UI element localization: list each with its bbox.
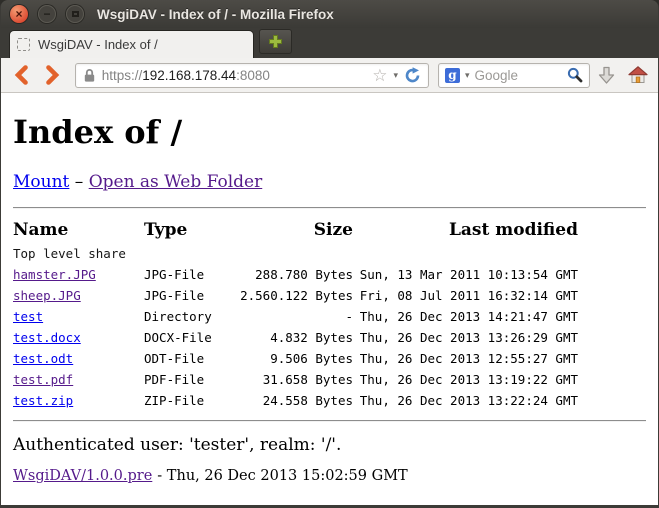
search-icon[interactable] [567, 67, 583, 83]
window-controls: × − [10, 5, 84, 23]
forward-button[interactable] [37, 60, 67, 90]
download-arrow-icon [597, 66, 616, 85]
page-title: Index of / [13, 113, 646, 151]
file-type: JPG-File [144, 288, 226, 303]
url-scheme: https:// [102, 68, 143, 83]
file-size: 9.506 Bytes [226, 351, 353, 366]
lock-icon [83, 68, 96, 83]
table-row: test.docx DOCX-File 4.832 Bytes Thu, 26 … [13, 327, 646, 348]
file-link[interactable]: test.docx [13, 330, 81, 345]
mount-link[interactable]: Mount [13, 172, 69, 192]
google-icon[interactable]: g [445, 68, 460, 83]
col-header-type: Type [144, 220, 226, 240]
file-size: 288.780 Bytes [226, 267, 353, 282]
maximize-icon [72, 11, 79, 17]
tab-bar: WsgiDAV - Index of / [1, 28, 658, 58]
chevron-left-icon [12, 64, 32, 86]
open-as-web-folder-link[interactable]: Open as Web Folder [89, 172, 263, 192]
footer-version-line: WsgiDAV/1.0.0.pre - Thu, 26 Dec 2013 15:0… [13, 468, 646, 484]
plus-icon [267, 33, 284, 50]
url-host: 192.168.178.44 [142, 68, 236, 83]
close-button[interactable]: × [10, 5, 28, 23]
downloads-button[interactable] [592, 61, 621, 90]
url-bar[interactable]: https://192.168.178.44:8080 ☆ ▾ [75, 63, 429, 88]
minimize-icon: − [43, 8, 50, 20]
col-header-size: Size [226, 220, 353, 240]
file-modified: Thu, 26 Dec 2013 14:21:47 GMT [353, 309, 578, 324]
auth-status-text: Authenticated user: 'tester', realm: '/'… [13, 435, 646, 455]
table-row: test.pdf PDF-File 31.658 Bytes Thu, 26 D… [13, 369, 646, 390]
file-type: ODT-File [144, 351, 226, 366]
file-type: DOCX-File [144, 330, 226, 345]
file-modified: Sun, 13 Mar 2011 10:13:54 GMT [353, 267, 578, 282]
minimize-button[interactable]: − [38, 5, 56, 23]
tab-title: WsgiDAV - Index of / [38, 37, 158, 52]
chevron-right-icon [42, 64, 62, 86]
window-title: WsgiDAV - Index of / - Mozilla Firefox [97, 7, 334, 22]
table-row: hamster.JPG JPG-File 288.780 Bytes Sun, … [13, 264, 646, 285]
url-text[interactable]: https://192.168.178.44:8080 [102, 68, 367, 83]
search-input[interactable]: Google [475, 68, 563, 83]
maximize-button[interactable] [66, 5, 84, 23]
file-type: Directory [144, 309, 226, 324]
footer-timestamp: - Thu, 26 Dec 2013 15:02:59 GMT [157, 468, 407, 484]
reload-icon[interactable] [404, 67, 421, 84]
file-type: PDF-File [144, 372, 226, 387]
table-row: sheep.JPG JPG-File 2.560.122 Bytes Fri, … [13, 285, 646, 306]
search-bar[interactable]: g ▾ Google [438, 63, 590, 88]
file-link[interactable]: sheep.JPG [13, 288, 81, 303]
table-row: test.zip ZIP-File 24.558 Bytes Thu, 26 D… [13, 390, 646, 411]
table-row: test Directory - Thu, 26 Dec 2013 14:21:… [13, 306, 646, 327]
back-button[interactable] [7, 60, 37, 90]
home-icon [628, 66, 648, 84]
file-type: ZIP-File [144, 393, 226, 408]
bookmark-star-icon[interactable]: ☆ [372, 67, 387, 84]
file-link[interactable]: hamster.JPG [13, 267, 96, 282]
directory-listing: Name Type Size Last modified Top level s… [13, 216, 646, 411]
table-row: test.odt ODT-File 9.506 Bytes Thu, 26 De… [13, 348, 646, 369]
file-size: 24.558 Bytes [226, 393, 353, 408]
navigation-toolbar: https://192.168.178.44:8080 ☆ ▾ g ▾ Goog… [1, 58, 658, 93]
col-header-modified: Last modified [353, 220, 578, 240]
file-modified: Thu, 26 Dec 2013 13:22:24 GMT [353, 393, 578, 408]
file-size: 31.658 Bytes [226, 372, 353, 387]
share-note: Top level share [13, 246, 578, 261]
share-note-row: Top level share [13, 243, 646, 264]
table-header-row: Name Type Size Last modified [13, 216, 646, 243]
file-modified: Thu, 26 Dec 2013 13:19:22 GMT [353, 372, 578, 387]
home-button[interactable] [623, 61, 652, 90]
file-link[interactable]: test.odt [13, 351, 73, 366]
file-type: JPG-File [144, 267, 226, 282]
search-engine-dropdown-icon[interactable]: ▾ [465, 71, 470, 80]
file-modified: Fri, 08 Jul 2011 16:32:14 GMT [353, 288, 578, 303]
close-icon: × [15, 8, 22, 20]
tab-wsgidav[interactable]: WsgiDAV - Index of / [9, 30, 254, 58]
divider-bottom [13, 420, 646, 421]
page-favicon-placeholder-icon [17, 38, 30, 51]
firefox-window: × − WsgiDAV - Index of / - Mozilla Firef… [0, 0, 659, 508]
page-content: Index of / Mount – Open as Web Folder Na… [1, 93, 658, 505]
col-header-name: Name [13, 220, 144, 240]
titlebar[interactable]: × − WsgiDAV - Index of / - Mozilla Firef… [1, 0, 658, 28]
file-modified: Thu, 26 Dec 2013 12:55:27 GMT [353, 351, 578, 366]
urlbar-dropdown-icon[interactable]: ▾ [393, 71, 398, 80]
page-nav-links: Mount – Open as Web Folder [13, 172, 646, 192]
link-separator: – [75, 172, 84, 192]
file-size: - [226, 309, 353, 324]
file-size: 4.832 Bytes [226, 330, 353, 345]
file-link[interactable]: test.pdf [13, 372, 73, 387]
file-size: 2.560.122 Bytes [226, 288, 353, 303]
new-tab-button[interactable] [259, 29, 292, 54]
divider-top [13, 207, 646, 208]
wsgidav-version-link[interactable]: WsgiDAV/1.0.0.pre [13, 468, 152, 484]
file-link[interactable]: test [13, 309, 43, 324]
file-modified: Thu, 26 Dec 2013 13:26:29 GMT [353, 330, 578, 345]
file-link[interactable]: test.zip [13, 393, 73, 408]
url-port: :8080 [236, 68, 270, 83]
